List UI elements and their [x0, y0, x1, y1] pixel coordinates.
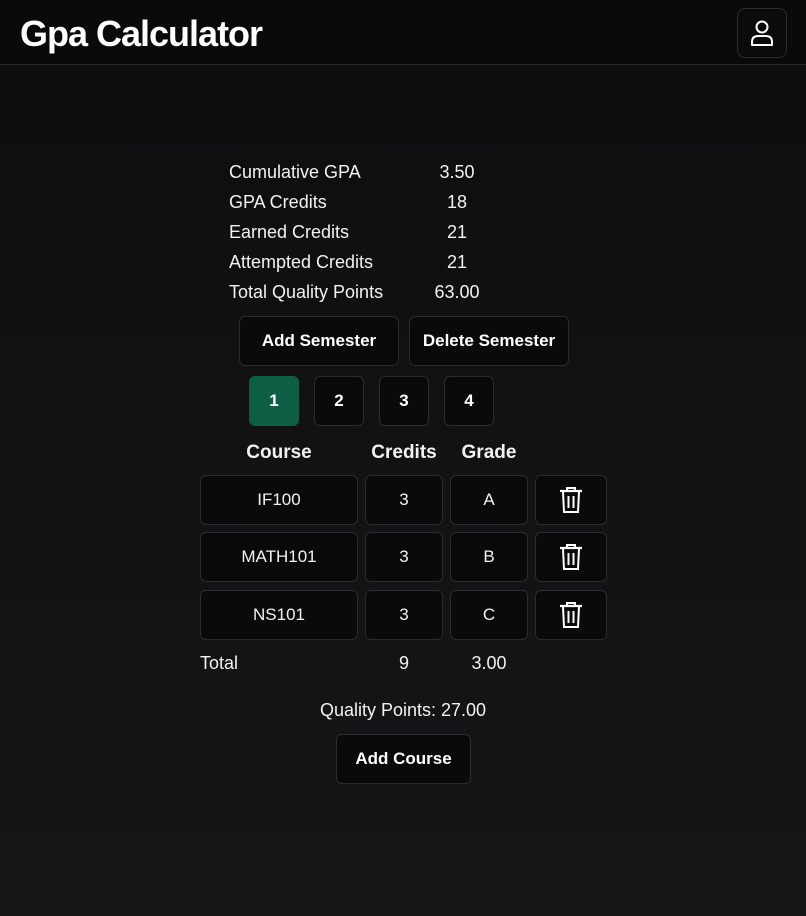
app-header: Gpa Calculator [0, 0, 806, 65]
credits-input[interactable]: 3 [365, 475, 443, 525]
grade-column-header: Grade [461, 442, 517, 463]
summary-value: 18 [446, 192, 468, 212]
semester-gpa: 3.00 [471, 653, 507, 673]
trash-icon [560, 487, 582, 513]
summary-row: GPA Credits 18 [229, 187, 549, 217]
grade-select[interactable]: A [450, 475, 528, 525]
total-label: Total [200, 653, 239, 673]
delete-course-button[interactable] [535, 590, 607, 640]
summary-label: Attempted Credits [229, 252, 374, 272]
course-input[interactable]: NS101 [200, 590, 358, 640]
trash-icon [560, 602, 582, 628]
course-column-header: Course [246, 442, 312, 463]
summary-value: 21 [446, 222, 468, 242]
app-title: Gpa Calculator [20, 13, 263, 54]
grade-select[interactable]: B [450, 532, 528, 582]
summary-row: Earned Credits 21 [229, 217, 549, 247]
semester-tab-4[interactable]: 4 [444, 376, 494, 426]
add-course-button[interactable]: Add Course [336, 734, 471, 784]
course-input[interactable]: IF100 [200, 475, 358, 525]
summary-label: GPA Credits [229, 192, 327, 212]
summary-value: 63.00 [434, 282, 480, 302]
trash-icon [560, 544, 582, 570]
summary-label: Cumulative GPA [229, 162, 361, 182]
quality-points: Quality Points: 27.00 [319, 700, 487, 720]
profile-button[interactable] [737, 8, 787, 58]
semester-tab-2[interactable]: 2 [314, 376, 364, 426]
summary-row: Cumulative GPA 3.50 [229, 157, 549, 187]
user-icon [751, 20, 773, 46]
gpa-summary: Cumulative GPA 3.50 GPA Credits 18 Earne… [229, 157, 549, 307]
summary-value: 21 [446, 252, 468, 272]
credits-column-header: Credits [371, 442, 437, 463]
total-credits: 9 [398, 653, 409, 673]
delete-course-button[interactable] [535, 532, 607, 582]
semester-tab-1[interactable]: 1 [249, 376, 299, 426]
summary-row: Total Quality Points 63.00 [229, 277, 549, 307]
delete-semester-button[interactable]: Delete Semester [409, 316, 569, 366]
credits-input[interactable]: 3 [365, 590, 443, 640]
course-input[interactable]: MATH101 [200, 532, 358, 582]
grade-select[interactable]: C [450, 590, 528, 640]
summary-row: Attempted Credits 21 [229, 247, 549, 277]
summary-label: Total Quality Points [229, 282, 384, 302]
add-semester-button[interactable]: Add Semester [239, 316, 399, 366]
credits-input[interactable]: 3 [365, 532, 443, 582]
summary-value: 3.50 [439, 162, 475, 182]
summary-label: Earned Credits [229, 222, 350, 242]
delete-course-button[interactable] [535, 475, 607, 525]
semester-tab-3[interactable]: 3 [379, 376, 429, 426]
